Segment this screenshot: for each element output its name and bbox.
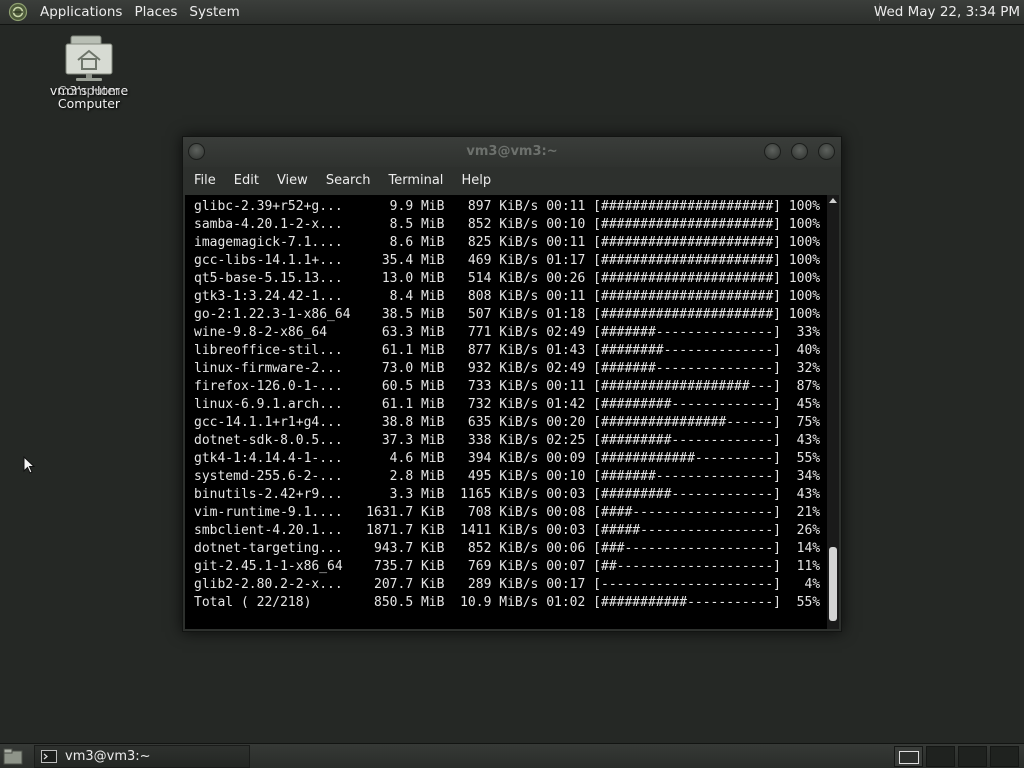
menu-search[interactable]: Search	[317, 167, 380, 195]
desktop-icon-label-line2: Computer	[57, 96, 121, 111]
download-line: go-2:1.22.3-1-x86_64 38.5 MiB 507 KiB/s …	[194, 307, 821, 322]
download-line: git-2.45.1-1-x86_64 735.7 KiB 769 KiB/s …	[194, 559, 821, 574]
workspace-2[interactable]	[926, 746, 955, 767]
distro-logo-icon[interactable]	[8, 2, 28, 22]
download-line: dotnet-targeting... 943.7 KiB 852 KiB/s …	[194, 541, 821, 556]
workspace-3[interactable]	[958, 746, 987, 767]
desktop-icon-home[interactable]: vm3's Home Computer Computer	[44, 34, 134, 116]
download-line: glibc-2.39+r52+g... 9.9 MiB 897 KiB/s 00…	[194, 199, 821, 214]
taskbar-terminal-button[interactable]: vm3@vm3:~	[34, 745, 250, 768]
menu-applications[interactable]: Applications	[34, 4, 128, 20]
download-line: firefox-126.0-1-... 60.5 MiB 733 KiB/s 0…	[194, 379, 821, 394]
window-title: vm3@vm3:~	[466, 144, 558, 159]
menu-system[interactable]: System	[183, 4, 245, 20]
terminal-menubar: File Edit View Search Terminal Help	[183, 167, 841, 195]
download-line: gcc-libs-14.1.1+... 35.4 MiB 469 KiB/s 0…	[194, 253, 821, 268]
menu-help[interactable]: Help	[452, 167, 500, 195]
taskbar-task-label: vm3@vm3:~	[65, 749, 151, 764]
download-line: wine-9.8-2-x86_64 63.3 MiB 771 KiB/s 02:…	[194, 325, 821, 340]
workspace-4[interactable]	[990, 746, 1019, 767]
window-titlebar[interactable]: vm3@vm3:~	[183, 137, 841, 167]
download-line: vim-runtime-9.1.... 1631.7 KiB 708 KiB/s…	[194, 505, 821, 520]
download-line: glib2-2.80.2-2-x... 207.7 KiB 289 KiB/s …	[194, 577, 821, 592]
menu-file[interactable]: File	[185, 167, 225, 195]
maximize-button[interactable]	[791, 143, 808, 160]
show-desktop-icon[interactable]	[3, 748, 23, 765]
terminal-text: glibc-2.39+r52+g... 9.9 MiB 897 KiB/s 00…	[194, 198, 828, 612]
minimize-button[interactable]	[764, 143, 781, 160]
download-line: samba-4.20.1-2-x... 8.5 MiB 852 KiB/s 00…	[194, 217, 821, 232]
workspace-window-thumbnail	[899, 751, 919, 764]
scrollbar-thumb[interactable]	[829, 547, 837, 621]
menu-edit[interactable]: Edit	[225, 167, 268, 195]
download-line: linux-firmware-2... 73.0 MiB 932 KiB/s 0…	[194, 361, 821, 376]
computer-home-icon	[65, 35, 113, 81]
download-line: linux-6.9.1.arch... 61.1 MiB 732 KiB/s 0…	[194, 397, 821, 412]
menu-view[interactable]: View	[268, 167, 317, 195]
scroll-up-arrow-icon[interactable]	[829, 198, 837, 203]
top-panel: Applications Places System Wed May 22, 3…	[0, 0, 1024, 25]
close-button[interactable]	[818, 143, 835, 160]
terminal-icon	[41, 750, 57, 763]
download-line: binutils-2.42+r9... 3.3 MiB 1165 KiB/s 0…	[194, 487, 821, 502]
menu-places[interactable]: Places	[128, 4, 183, 20]
download-line: gtk3-1:3.24.42-1... 8.4 MiB 808 KiB/s 00…	[194, 289, 821, 304]
workspace-1[interactable]	[894, 746, 923, 767]
bottom-panel: vm3@vm3:~	[0, 743, 1024, 768]
download-total-line: Total ( 22/218) 850.5 MiB 10.9 MiB/s 01:…	[194, 595, 821, 610]
download-line: smbclient-4.20.1... 1871.7 KiB 1411 KiB/…	[194, 523, 821, 538]
clock[interactable]: Wed May 22, 3:34 PM	[874, 0, 1020, 25]
download-line: dotnet-sdk-8.0.5... 37.3 MiB 338 KiB/s 0…	[194, 433, 821, 448]
terminal-output-area[interactable]: glibc-2.39+r52+g... 9.9 MiB 897 KiB/s 00…	[185, 195, 839, 629]
desktop-icon-label-overlap: Computer	[57, 83, 121, 98]
terminal-window[interactable]: vm3@vm3:~ File Edit View Search Terminal…	[182, 136, 842, 632]
download-line: gcc-14.1.1+r1+g4... 38.8 MiB 635 KiB/s 0…	[194, 415, 821, 430]
download-line: gtk4-1:4.14.4-1-... 4.6 MiB 394 KiB/s 00…	[194, 451, 821, 466]
vertical-scrollbar[interactable]	[827, 195, 839, 629]
download-line: libreoffice-stil... 61.1 MiB 877 KiB/s 0…	[194, 343, 821, 358]
download-line: systemd-255.6-2-... 2.8 MiB 495 KiB/s 00…	[194, 469, 821, 484]
menu-terminal[interactable]: Terminal	[379, 167, 452, 195]
download-line: qt5-base-5.15.13... 13.0 MiB 514 KiB/s 0…	[194, 271, 821, 286]
mouse-pointer-icon	[23, 456, 35, 474]
download-line: imagemagick-7.1.... 8.6 MiB 825 KiB/s 00…	[194, 235, 821, 250]
